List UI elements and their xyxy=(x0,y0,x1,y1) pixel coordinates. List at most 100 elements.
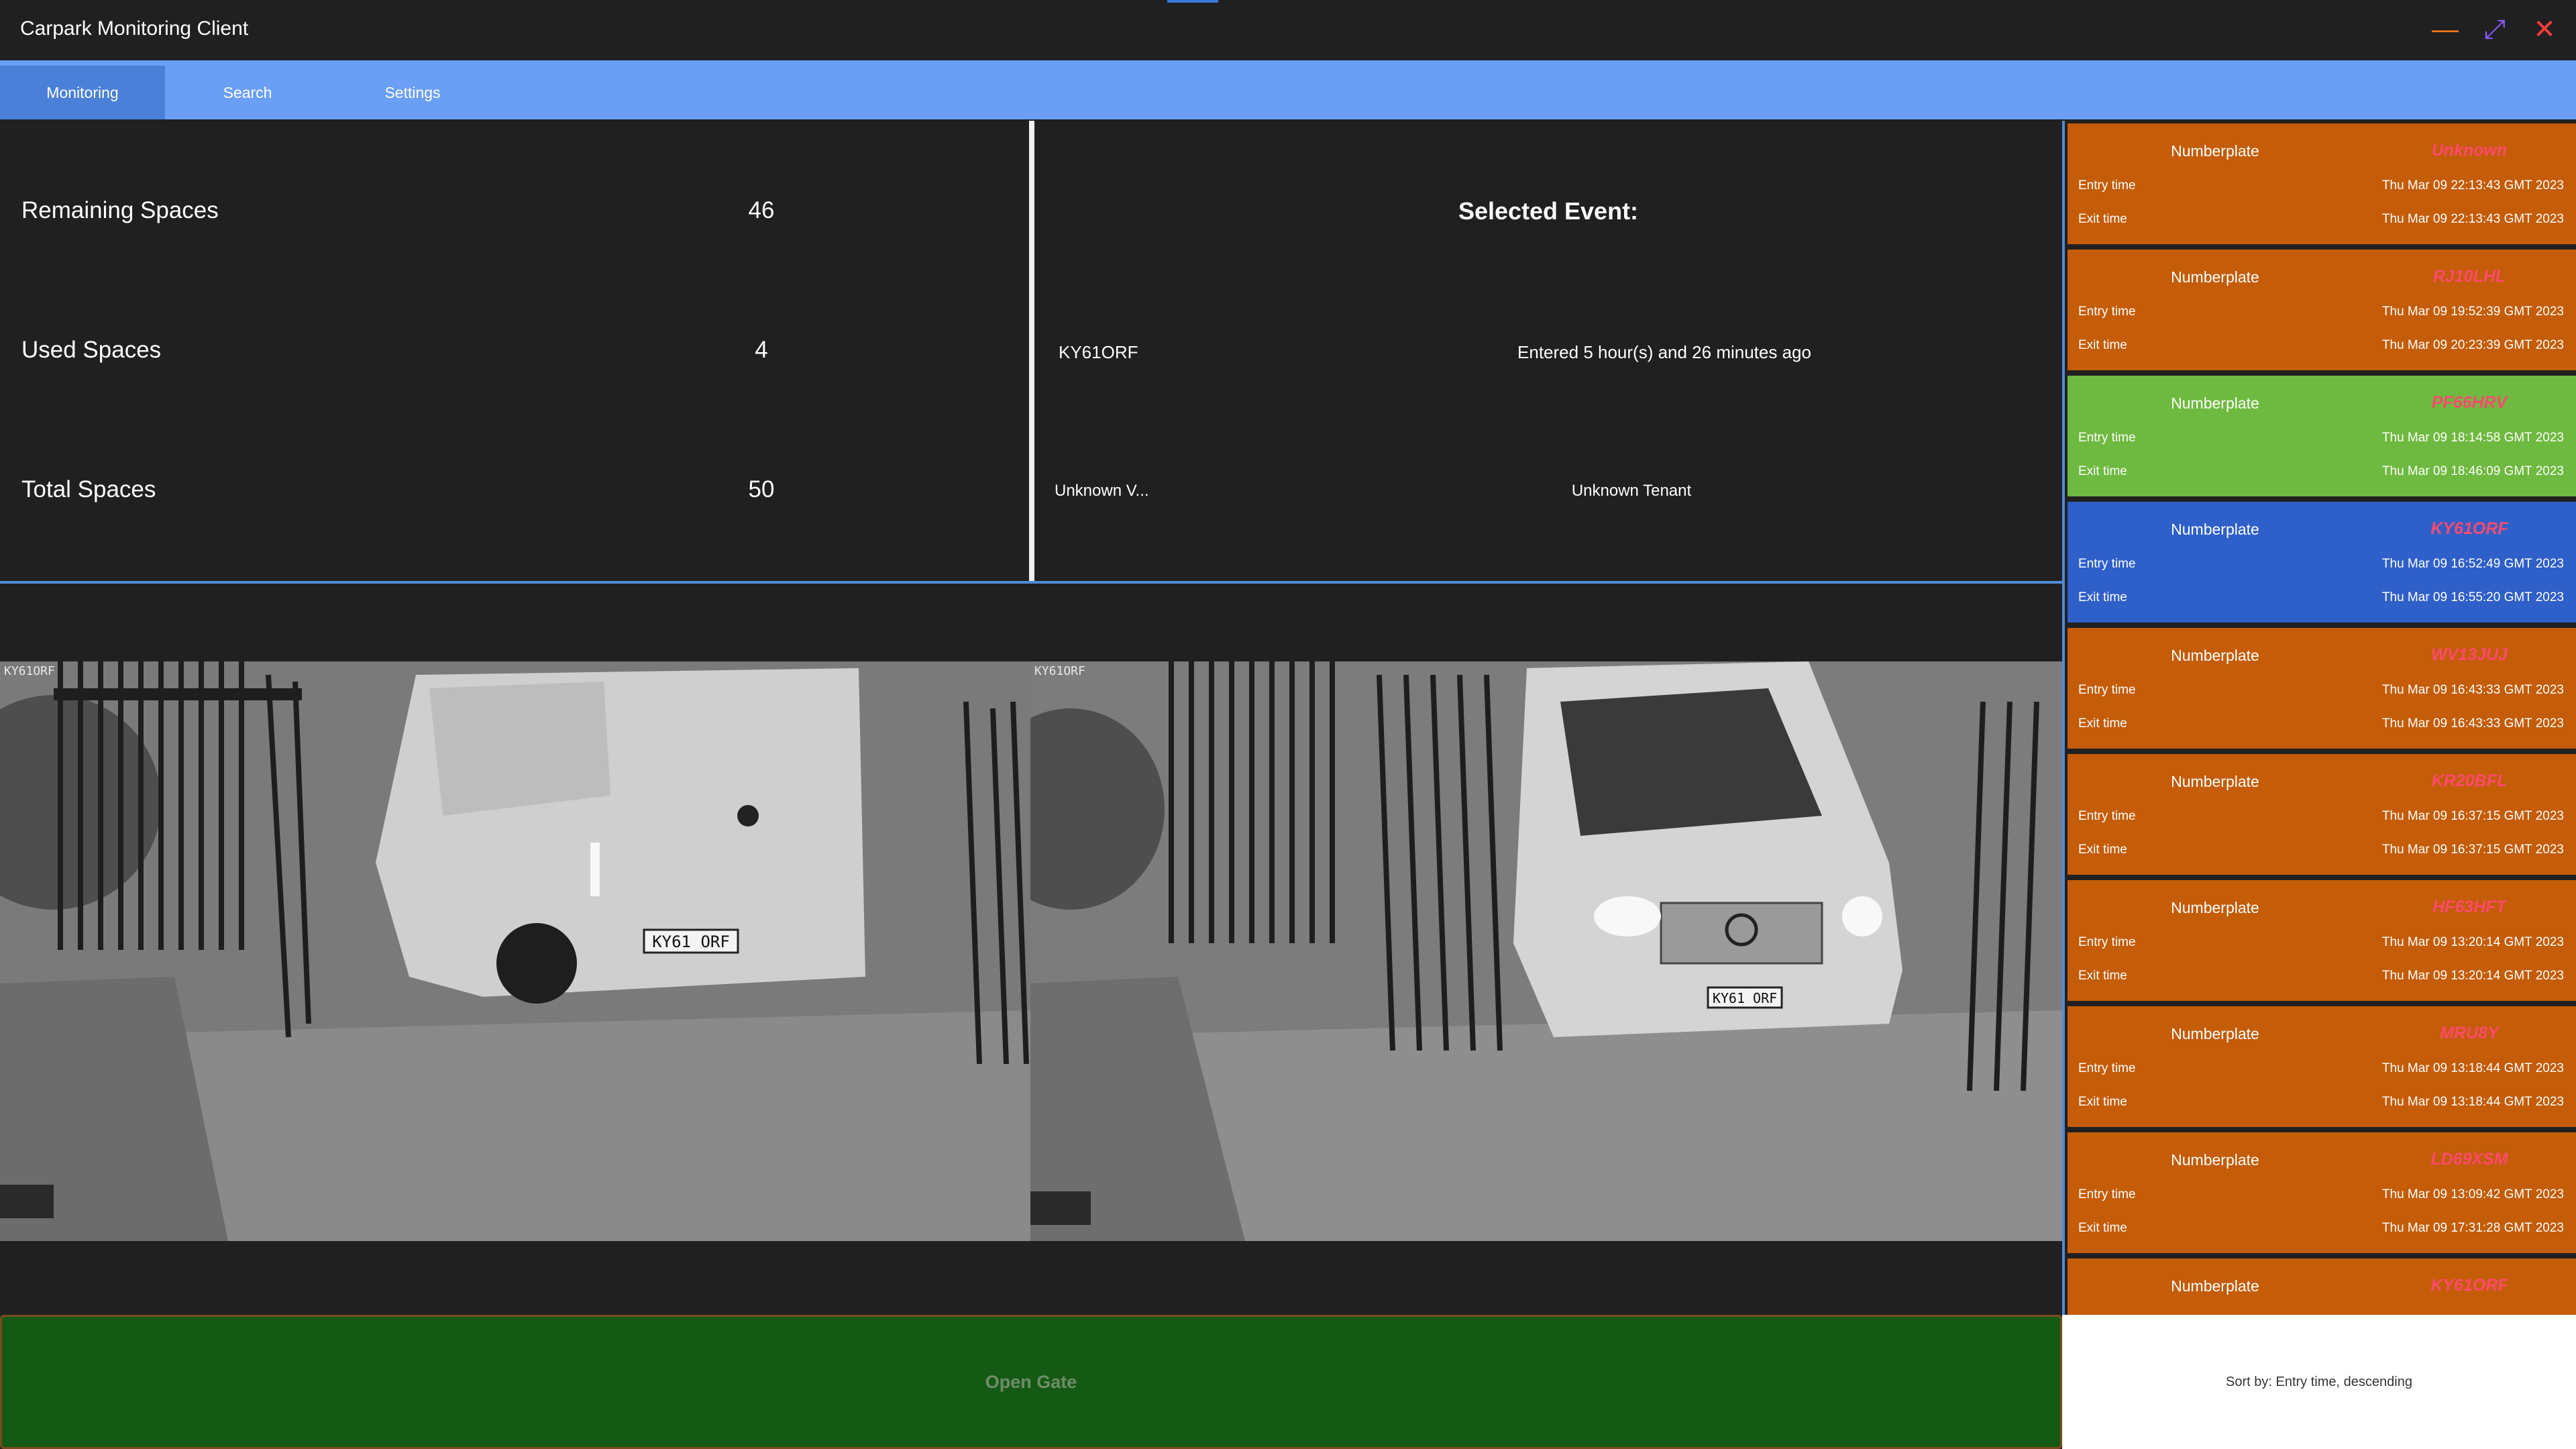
selected-event-duration: Entered 5 hour(s) and 26 minutes ago xyxy=(1517,342,1811,362)
numberplate-label: Numberplate xyxy=(2171,647,2259,664)
numberplate-value: PF66HRV xyxy=(2431,393,2508,412)
tab-settings[interactable]: Settings xyxy=(330,66,495,119)
exit-time-label: Exit time xyxy=(2078,464,2127,478)
event-card[interactable]: Numberplate KR20BFL Entry time Thu Mar 09 1… xyxy=(2068,754,2576,875)
numberplate-value: RJ10LHL xyxy=(2432,267,2506,286)
entry-time-value: Thu Mar 09 16:52:49 GMT 2023 xyxy=(2381,557,2564,571)
camera-left-label: KY61ORF xyxy=(4,664,55,678)
entry-time-value: Thu Mar 09 22:13:43 GMT 2023 xyxy=(2381,178,2564,193)
used-spaces-row: Used Spaces 4 xyxy=(0,337,1029,377)
exit-time-value: Thu Mar 09 16:43:33 GMT 2023 xyxy=(2381,716,2564,731)
camera-right-image: KY61 ORF xyxy=(1030,661,2062,1241)
selected-event-panel: Selected Event: KY61ORF Entered 5 hour(s… xyxy=(1034,121,2062,582)
exit-time-label: Exit time xyxy=(2078,338,2127,352)
remaining-spaces-value: 46 xyxy=(748,197,775,223)
numberplate-value: HF63HFT xyxy=(2432,898,2506,916)
numberplate-value: MRU8Y xyxy=(2440,1024,2499,1042)
used-spaces-value: 4 xyxy=(755,337,768,363)
panel-divider[interactable] xyxy=(1029,121,1034,582)
camera-feed-left: KY61 ORF KY61ORF xyxy=(0,661,1030,1241)
exit-time-value: Thu Mar 09 18:46:09 GMT 2023 xyxy=(2381,464,2564,478)
numberplate-value: KY61ORF xyxy=(2430,519,2508,538)
entry-time-value: Thu Mar 09 13:20:14 GMT 2023 xyxy=(2381,935,2564,949)
numberplate-label: Numberplate xyxy=(2171,899,2259,916)
exit-time-value: Thu Mar 09 13:18:44 GMT 2023 xyxy=(2381,1095,2564,1109)
exit-time-value: Thu Mar 09 16:37:15 GMT 2023 xyxy=(2381,843,2564,857)
exit-time-value: Thu Mar 09 20:23:39 GMT 2023 xyxy=(2381,338,2564,352)
tab-bar: Monitoring Search Settings xyxy=(0,60,2576,119)
numberplate-value: Unknown xyxy=(2431,141,2508,160)
total-spaces-row: Total Spaces 50 xyxy=(0,476,1029,517)
numberplate-value: LD69XSM xyxy=(2430,1150,2508,1169)
entry-time-value: Thu Mar 09 13:09:42 GMT 2023 xyxy=(2381,1187,2564,1201)
window-title: Carpark Monitoring Client xyxy=(20,17,249,40)
event-card[interactable]: Numberplate WV13JUJ Entry time Thu Mar 09 1… xyxy=(2068,628,2576,749)
camera-left-image: KY61 ORF xyxy=(0,661,1030,1241)
event-card[interactable]: Numberplate HF63HFT Entry time Thu Mar 09 1… xyxy=(2068,880,2576,1001)
selected-event-plate: KY61ORF xyxy=(1059,342,1138,362)
entry-time-label: Entry time xyxy=(2078,557,2136,571)
exit-time-value: Thu Mar 09 17:31:28 GMT 2023 xyxy=(2381,1221,2564,1235)
title-bar: Carpark Monitoring Client — ⤢ ✕ xyxy=(0,0,2576,60)
total-spaces-label: Total Spaces xyxy=(21,476,156,502)
event-list[interactable]: Numberplate Unknown Entry time Thu Mar 09 2… xyxy=(2062,121,2576,1315)
entry-time-label: Entry time xyxy=(2078,809,2136,823)
entry-time-label: Entry time xyxy=(2078,1187,2136,1201)
exit-time-value: Thu Mar 09 22:13:43 GMT 2023 xyxy=(2381,212,2564,226)
tab-monitoring[interactable]: Monitoring xyxy=(0,66,165,119)
event-card[interactable]: Numberplate MRU8Y Entry time Thu Mar 09 13:… xyxy=(2068,1006,2576,1127)
event-card[interactable]: Numberplate PF66HRV Entry time Thu Mar 09 1… xyxy=(2068,376,2576,496)
exit-time-label: Exit time xyxy=(2078,1221,2127,1235)
selected-event-vehicle: Unknown V... xyxy=(1055,482,1149,500)
used-spaces-label: Used Spaces xyxy=(21,337,162,363)
stats-panel: Remaining Spaces 46 Used Spaces 4 Total … xyxy=(0,121,1029,582)
open-gate-button[interactable]: Open Gate xyxy=(0,1315,2062,1449)
maximize-button[interactable]: ⤢ xyxy=(2471,9,2518,50)
camera-right-label: KY61ORF xyxy=(1034,664,1085,678)
numberplate-label: Numberplate xyxy=(2171,142,2259,160)
numberplate-label: Numberplate xyxy=(2171,1025,2259,1042)
numberplate-label: Numberplate xyxy=(2171,1277,2259,1295)
exit-time-label: Exit time xyxy=(2078,843,2127,857)
entry-time-value: Thu Mar 09 13:18:44 GMT 2023 xyxy=(2381,1061,2564,1075)
entry-time-label: Entry time xyxy=(2078,178,2136,193)
entry-time-value: Thu Mar 09 16:43:33 GMT 2023 xyxy=(2381,683,2564,697)
camera-area: KY61 ORF KY61ORF KY61 ORF KY61ORF xyxy=(0,584,2062,1315)
numberplate-value: KY61ORF xyxy=(2430,1276,2508,1295)
event-card[interactable]: Numberplate Unknown Entry time Thu Mar 09 2… xyxy=(2068,123,2576,244)
sort-selector[interactable]: Sort by: Entry time, descending xyxy=(2062,1315,2576,1449)
numberplate-label: Numberplate xyxy=(2171,521,2259,538)
tab-search[interactable]: Search xyxy=(165,66,330,119)
numberplate-value: KR20BFL xyxy=(2431,771,2508,790)
close-button[interactable]: ✕ xyxy=(2521,9,2568,50)
total-spaces-value: 50 xyxy=(748,476,775,502)
exit-time-value: Thu Mar 09 16:55:20 GMT 2023 xyxy=(2381,590,2564,604)
entry-time-value: Thu Mar 09 16:37:15 GMT 2023 xyxy=(2381,809,2564,823)
event-card[interactable]: Numberplate KY61ORF Entry time Thu Mar 09 1… xyxy=(2068,502,2576,623)
entry-time-label: Entry time xyxy=(2078,683,2136,697)
exit-time-label: Exit time xyxy=(2078,1095,2127,1109)
entry-time-value: Thu Mar 09 18:14:58 GMT 2023 xyxy=(2381,431,2564,445)
camera-feed-right: KY61 ORF KY61ORF xyxy=(1030,661,2062,1241)
selected-event-heading: Selected Event: xyxy=(1458,197,1639,225)
remaining-spaces-label: Remaining Spaces xyxy=(21,197,219,223)
entry-time-label: Entry time xyxy=(2078,1061,2136,1075)
entry-time-label: Entry time xyxy=(2078,305,2136,319)
remaining-spaces-row: Remaining Spaces 46 xyxy=(0,197,1029,237)
entry-time-value: Thu Mar 09 19:52:39 GMT 2023 xyxy=(2381,305,2564,319)
selected-event-tenant: Unknown Tenant xyxy=(1571,482,1692,500)
numberplate-label: Numberplate xyxy=(2171,1151,2259,1169)
event-card[interactable]: Numberplate LD69XSM Entry time Thu Mar 09 1… xyxy=(2068,1132,2576,1253)
numberplate-value: WV13JUJ xyxy=(2431,645,2508,664)
exit-time-label: Exit time xyxy=(2078,590,2127,604)
exit-time-label: Exit time xyxy=(2078,212,2127,226)
numberplate-label: Numberplate xyxy=(2171,268,2259,286)
numberplate-label: Numberplate xyxy=(2171,394,2259,412)
camera-left-plate: KY61 ORF xyxy=(652,932,730,951)
minimize-button[interactable]: — xyxy=(2422,9,2469,50)
camera-right-plate: KY61 ORF xyxy=(1713,990,1777,1006)
numberplate-label: Numberplate xyxy=(2171,773,2259,790)
exit-time-label: Exit time xyxy=(2078,716,2127,731)
event-card[interactable]: NumberplateKY61ORFEntry time xyxy=(2068,1258,2576,1315)
event-card[interactable]: Numberplate RJ10LHL Entry time Thu Mar 09 1… xyxy=(2068,250,2576,370)
